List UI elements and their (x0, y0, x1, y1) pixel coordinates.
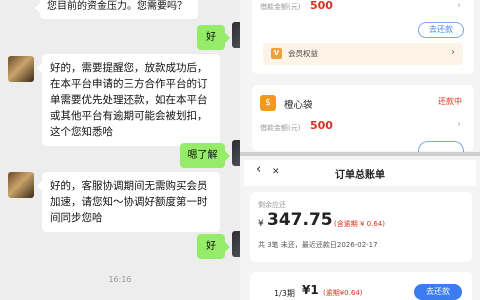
chevron-right-icon: › (457, 119, 461, 130)
borrow-amount: 500 (310, 119, 333, 132)
chat-message-agent: 您目前的资金压力。您需要吗？ (35, 0, 198, 19)
installment-card[interactable]: 1/3期 ¥1 (逾期¥0.64) 去还款 (250, 272, 472, 300)
member-icon: V (271, 48, 282, 59)
loan-card[interactable]: $ 橙心袋 还款中 借款金额(元) 500 › (252, 85, 474, 153)
borrow-amount-label: 借款金额(元) (260, 124, 301, 132)
chat-message-agent: 好的，客服协调期间无需购买会员加速，请您知～协调好额度第一时间同步您哈 (37, 172, 220, 232)
member-benefits-label: 会员权益 (288, 49, 318, 58)
installment-overdue-note: (逾期¥0.64) (323, 289, 363, 297)
chevron-right-icon: › (451, 47, 455, 58)
page-title: 订单总账单 (335, 170, 385, 181)
agent-avatar[interactable] (8, 56, 34, 82)
chat-panel: 您目前的资金压力。您需要吗？ 好 好的，需要提醒您，放款成功后，在本平台申请的三… (0, 0, 240, 300)
member-benefits-bar[interactable]: V 会员权益 › (263, 43, 463, 65)
currency-symbol: ¥ (258, 219, 264, 229)
chat-message-me: 好 (197, 234, 230, 259)
screenshot-divider (240, 152, 480, 156)
overdue-note: (含逾期 ¥ 0.64) (334, 220, 385, 228)
message-text: 好的，客服协调期间无需购买会员加速，请您知～协调好额度第一时间同步您哈 (50, 180, 208, 224)
installment-period: 1/3期 (274, 289, 295, 298)
message-text: 您目前的资金压力。您需要吗？ (47, 1, 187, 12)
remaining-label: 剩余应还 (258, 201, 286, 209)
chat-message-me: 好 (197, 25, 230, 50)
installment-amount: ¥1 (302, 283, 319, 297)
message-text: 好 (206, 241, 216, 252)
loan-status: 还款中 (438, 97, 462, 106)
bill-summary-card: 剩余应还 ¥ 347.75 (含逾期 ¥ 0.64) 共 3笔 未还，最近还款日… (250, 192, 472, 262)
message-text: 好的，需要提醒您，放款成功后，在本平台申请的三方合作平台的订单需要优先处理还款，… (50, 62, 208, 138)
my-avatar[interactable] (232, 22, 240, 48)
my-avatar[interactable] (232, 231, 240, 257)
agent-avatar[interactable] (8, 172, 34, 198)
lender-logo-icon: $ (260, 95, 276, 111)
bill-summary-text: 共 3笔 未还，最近还款日2026-02-17 (258, 241, 378, 249)
chat-message-agent: 好的，需要提醒您，放款成功后，在本平台申请的三方合作平台的订单需要优先处理还款，… (37, 54, 220, 146)
borrow-amount-label: 借款金额(元) (260, 3, 301, 11)
message-text: 好 (206, 32, 216, 43)
chat-timestamp: 16:16 (108, 275, 132, 284)
borrow-amount: 500 (310, 0, 333, 12)
chat-message-me: 嗯了解 (180, 143, 230, 168)
pay-installment-button[interactable]: 去还款 (414, 284, 462, 300)
chevron-right-icon: › (457, 0, 461, 11)
order-page-header: ‹ ✕ 订单总账单 (244, 160, 476, 186)
message-text: 嗯了解 (187, 150, 218, 161)
lender-name: 橙心袋 (284, 100, 313, 111)
remaining-amount: 347.75 (267, 210, 333, 230)
my-avatar[interactable] (232, 140, 240, 166)
repay-button[interactable]: 去还款 (418, 22, 464, 38)
